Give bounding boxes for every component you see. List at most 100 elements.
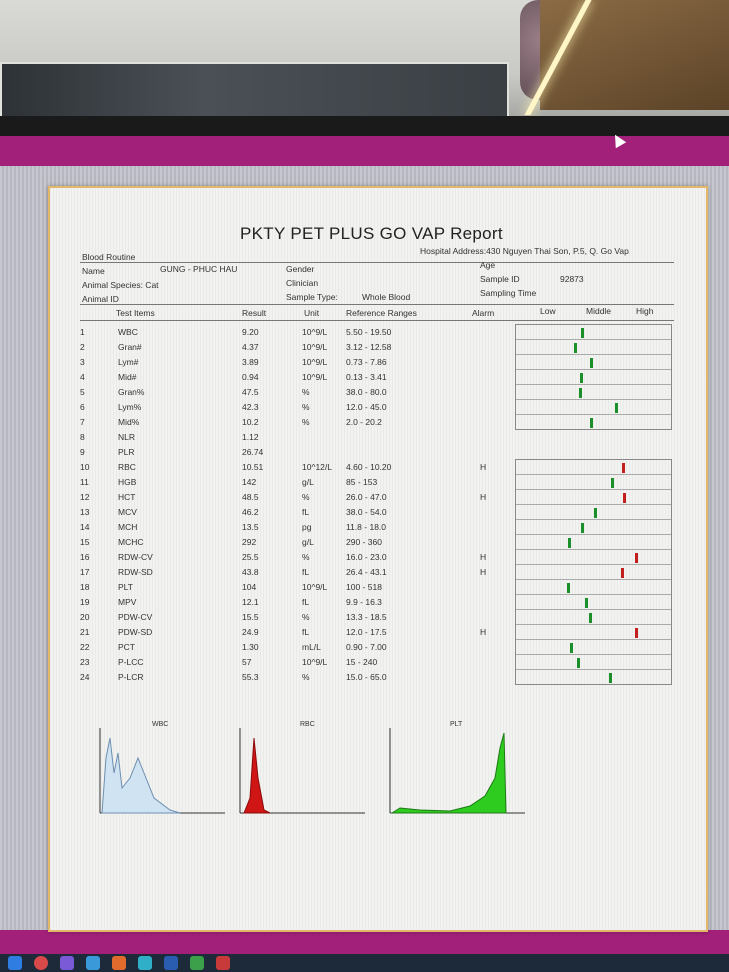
- cell-n: 12: [80, 492, 90, 502]
- cell-unit: g/L: [302, 537, 314, 547]
- species-label: Animal Species: Cat: [82, 280, 159, 290]
- name-label: Name: [82, 266, 105, 276]
- cell-n: 2: [80, 342, 85, 352]
- cell-result: 1.12: [242, 432, 259, 442]
- alarm-marker: [593, 508, 597, 518]
- alarm-marker: [621, 463, 625, 473]
- alarm-marker: [576, 658, 580, 668]
- header-test-items: Test Items: [116, 308, 155, 318]
- report-page: PKTY PET PLUS GO VAP Report Hospital Add…: [48, 186, 708, 932]
- cell-result: 4.37: [242, 342, 259, 352]
- sample-id-label: Sample ID: [480, 274, 520, 284]
- alarm-chart-wbc: [515, 324, 672, 430]
- cell-n: 1: [80, 327, 85, 337]
- cell-ref: 0.90 - 7.00: [346, 642, 387, 652]
- cell-item: P-LCC: [118, 657, 144, 667]
- header-alarm: Alarm: [472, 308, 495, 318]
- cell-unit: 10^9/L: [302, 582, 328, 592]
- cell-item: MCHC: [118, 537, 144, 547]
- app-icon[interactable]: [190, 956, 204, 970]
- cell-n: 21: [80, 627, 90, 637]
- alarm-marker: [573, 343, 577, 353]
- cell-item: Mid#: [118, 372, 137, 382]
- cell-result: 57: [242, 657, 252, 667]
- cell-ref: 85 - 153: [346, 477, 378, 487]
- cell-result: 55.3: [242, 672, 259, 682]
- cell-unit: fL: [302, 627, 310, 637]
- plt-histogram: PLT: [389, 721, 525, 814]
- cell-result: 104: [242, 582, 257, 592]
- cell-result: 26.74: [242, 447, 264, 457]
- cell-n: 19: [80, 597, 90, 607]
- app-icon[interactable]: [112, 956, 126, 970]
- cell-result: 3.89: [242, 357, 259, 367]
- app-icon[interactable]: [164, 956, 178, 970]
- cell-n: 17: [80, 567, 90, 577]
- cell-item: MCH: [118, 522, 138, 532]
- cell-n: 16: [80, 552, 90, 562]
- cell-unit: 10^12/L: [302, 462, 332, 472]
- cell-n: 13: [80, 507, 90, 517]
- app-icon[interactable]: [60, 956, 74, 970]
- cell-n: 20: [80, 612, 90, 622]
- divider: [80, 262, 674, 263]
- alarm-chart-rbc-plt: [515, 459, 672, 685]
- cell-ref: 12.0 - 17.5: [346, 627, 387, 637]
- wbc-histogram-label: WBC: [152, 721, 168, 728]
- header-low: Low: [540, 306, 556, 316]
- app-icon[interactable]: [216, 956, 230, 970]
- cell-item: HGB: [118, 477, 137, 487]
- cell-result: 42.3: [242, 402, 259, 412]
- cell-result: 292: [242, 537, 257, 547]
- alarm-marker: [608, 673, 612, 683]
- cell-unit: %: [302, 672, 310, 682]
- cell-n: 8: [80, 432, 85, 442]
- cell-unit: %: [302, 417, 310, 427]
- cell-unit: 10^9/L: [302, 657, 328, 667]
- sample-type-value: Whole Blood: [362, 292, 411, 302]
- app-icon[interactable]: [34, 956, 48, 970]
- cell-item: MPV: [118, 597, 137, 607]
- cell-unit: mL/L: [302, 642, 321, 652]
- cell-n: 22: [80, 642, 90, 652]
- cell-ref: 9.9 - 16.3: [346, 597, 382, 607]
- rbc-histogram-label: RBC: [300, 721, 315, 728]
- cell-alarm: H: [480, 552, 487, 562]
- cell-unit: %: [302, 552, 310, 562]
- cell-unit: 10^9/L: [302, 372, 328, 382]
- cell-n: 11: [80, 477, 89, 487]
- cell-ref: 290 - 360: [346, 537, 382, 547]
- app-icon[interactable]: [8, 956, 22, 970]
- cell-item: PLT: [118, 582, 133, 592]
- app-icon[interactable]: [138, 956, 152, 970]
- sample-type-label: Sample Type:: [286, 292, 338, 302]
- cell-ref: 26.0 - 47.0: [346, 492, 387, 502]
- cell-alarm: H: [480, 492, 487, 502]
- cell-item: Gran#: [118, 342, 142, 352]
- cell-result: 1.30: [242, 642, 259, 652]
- cell-n: 6: [80, 402, 85, 412]
- cell-ref: 38.0 - 54.0: [346, 507, 387, 517]
- alarm-marker: [621, 568, 625, 578]
- cell-item: RBC: [118, 462, 136, 472]
- cell-ref: 13.3 - 18.5: [346, 612, 387, 622]
- cell-result: 46.2: [242, 507, 259, 517]
- cell-n: 7: [80, 417, 85, 427]
- cell-item: WBC: [118, 327, 138, 337]
- cell-ref: 38.0 - 80.0: [346, 387, 387, 397]
- cell-n: 5: [80, 387, 85, 397]
- cell-alarm: H: [480, 627, 487, 637]
- cell-unit: %: [302, 387, 310, 397]
- alarm-marker: [567, 583, 571, 593]
- app-icon[interactable]: [86, 956, 100, 970]
- header-unit: Unit: [304, 308, 320, 318]
- cell-n: 15: [80, 537, 90, 547]
- cell-ref: 11.8 - 18.0: [346, 522, 387, 532]
- cell-item: PDW-CV: [118, 612, 153, 622]
- cell-item: Gran%: [118, 387, 145, 397]
- cell-ref: 26.4 - 43.1: [346, 567, 387, 577]
- cell-ref: 5.50 - 19.50: [346, 327, 392, 337]
- name-value: GUNG - PHUC HAU: [160, 264, 238, 274]
- cell-ref: 100 - 518: [346, 582, 382, 592]
- section-label: Blood Routine: [82, 252, 136, 262]
